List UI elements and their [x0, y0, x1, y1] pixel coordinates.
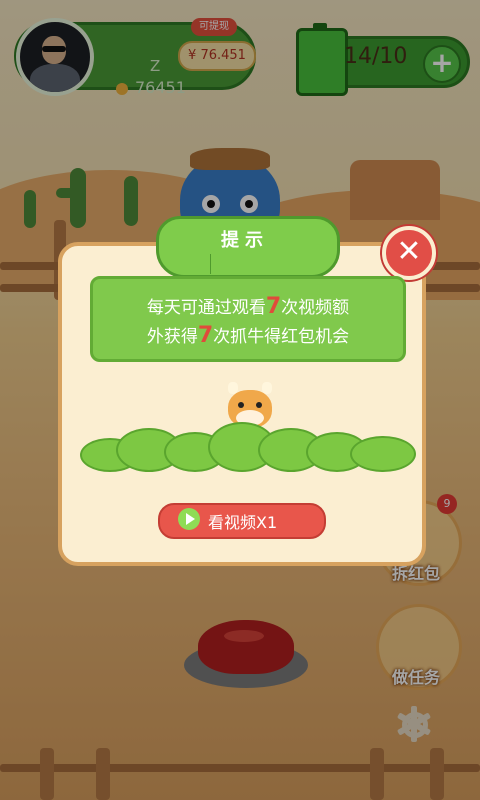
grass-bushes — [80, 422, 416, 472]
close-icon[interactable]: ✕ — [382, 226, 436, 280]
message-text: 次抓牛得红包机会 — [213, 327, 350, 347]
dialog-message: 每天可通过观看7次视频额 外获得7次抓牛得红包机会 — [90, 276, 406, 362]
message-line-1: 每天可通过观看7次视频额 — [101, 293, 395, 322]
message-text: 每天可通过观看 — [146, 298, 266, 318]
message-number: 7 — [197, 323, 214, 348]
watch-video-label: 看视频X1 — [208, 513, 278, 532]
dialog-title: 提示 — [221, 230, 269, 251]
cow-eye — [256, 402, 262, 408]
message-text: 外获得 — [146, 327, 198, 347]
title-rope — [210, 254, 281, 274]
message-line-2: 外获得7次抓牛得红包机会 — [101, 322, 395, 351]
message-text: 次视频额 — [281, 298, 350, 318]
message-number: 7 — [265, 294, 282, 319]
bush — [350, 436, 416, 472]
cow-eye — [238, 402, 244, 408]
play-icon — [178, 508, 200, 530]
